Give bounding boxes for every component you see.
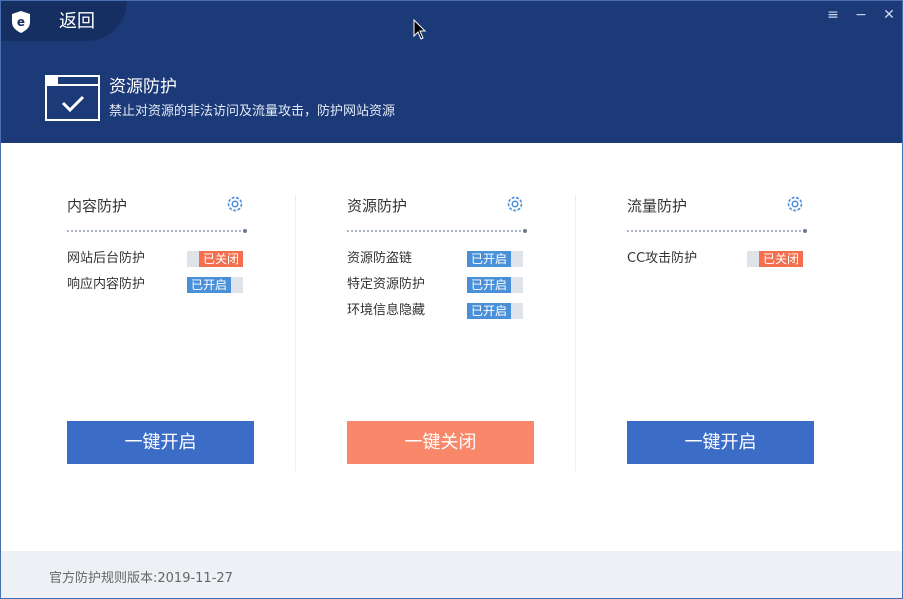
enable-all-button[interactable]: 一键开启 — [67, 421, 254, 464]
divider-dotted — [67, 229, 247, 233]
toggle-state: 已开启 — [467, 303, 511, 319]
toggle-state: 已关闭 — [759, 251, 803, 267]
toggle-switch[interactable]: 已关闭 — [747, 251, 803, 267]
toggle-switch[interactable]: 已开启 — [187, 277, 243, 293]
item-label: 网站后台防护 — [67, 251, 146, 266]
app-window: e 返回 ≡ − ✕ 资源防护 禁止对资源的非法访问及流量攻击，防护网站资源 内… — [0, 0, 903, 599]
divider-dotted — [347, 229, 527, 233]
gear-icon[interactable] — [786, 195, 804, 213]
list-item: 网站后台防护 已关闭 — [67, 249, 245, 269]
list-item: 资源防盗链 已开启 — [347, 249, 525, 269]
list-item: CC攻击防护 已关闭 — [627, 249, 805, 269]
window-controls: ≡ − ✕ — [826, 7, 896, 23]
mouse-cursor-icon — [413, 19, 427, 40]
page-description: 禁止对资源的非法访问及流量攻击，防护网站资源 — [109, 104, 396, 119]
gear-icon[interactable] — [506, 195, 524, 213]
rules-version: 官方防护规则版本:2019-11-27 — [49, 571, 233, 586]
panel-content-protection: 内容防护 网站后台防护 已关闭 响应内容防护 已开启 一键开启 — [1, 143, 281, 551]
toggle-switch[interactable]: 已开启 — [467, 251, 523, 267]
protection-panels: 内容防护 网站后台防护 已关闭 响应内容防护 已开启 一键开启 资源防护 资源防… — [1, 143, 902, 551]
divider-dotted — [627, 229, 807, 233]
close-icon[interactable]: ✕ — [882, 7, 896, 23]
toggle-switch[interactable]: 已关闭 — [187, 251, 243, 267]
item-label: 资源防盗链 — [347, 251, 413, 266]
panel-title: 流量防护 — [627, 197, 688, 215]
panel-resource-protection: 资源防护 资源防盗链 已开启 特定资源防护 已开启 环境信息隐藏 已开启 一键关… — [281, 143, 561, 551]
menu-icon[interactable]: ≡ — [826, 7, 840, 23]
panel-traffic-protection: 流量防护 CC攻击防护 已关闭 一键开启 — [561, 143, 841, 551]
list-item: 环境信息隐藏 已开启 — [347, 301, 525, 321]
panel-title: 资源防护 — [347, 197, 408, 215]
toggle-state: 已开启 — [187, 277, 231, 293]
toggle-state: 已关闭 — [199, 251, 243, 267]
toggle-state: 已开启 — [467, 277, 511, 293]
toggle-switch[interactable]: 已开启 — [467, 277, 523, 293]
app-logo-icon: e — [12, 11, 30, 33]
minimize-icon[interactable]: − — [854, 7, 868, 23]
back-label: 返回 — [59, 11, 95, 32]
item-label: 响应内容防护 — [67, 277, 146, 292]
item-label: CC攻击防护 — [627, 251, 698, 266]
page-title: 资源防护 — [109, 77, 177, 97]
footer: 官方防护规则版本:2019-11-27 — [1, 551, 902, 598]
enable-all-button[interactable]: 一键开启 — [627, 421, 814, 464]
item-label: 特定资源防护 — [347, 277, 426, 292]
panel-title: 内容防护 — [67, 197, 128, 215]
toggle-switch[interactable]: 已开启 — [467, 303, 523, 319]
list-item: 特定资源防护 已开启 — [347, 275, 525, 295]
list-item: 响应内容防护 已开启 — [67, 275, 245, 295]
header: e 返回 ≡ − ✕ 资源防护 禁止对资源的非法访问及流量攻击，防护网站资源 — [1, 1, 902, 143]
svg-text:e: e — [17, 15, 25, 29]
item-label: 环境信息隐藏 — [347, 303, 426, 318]
browser-check-icon — [45, 75, 100, 121]
back-button[interactable]: e 返回 — [1, 1, 127, 41]
toggle-state: 已开启 — [467, 251, 511, 267]
disable-all-button[interactable]: 一键关闭 — [347, 421, 534, 464]
gear-icon[interactable] — [226, 195, 244, 213]
